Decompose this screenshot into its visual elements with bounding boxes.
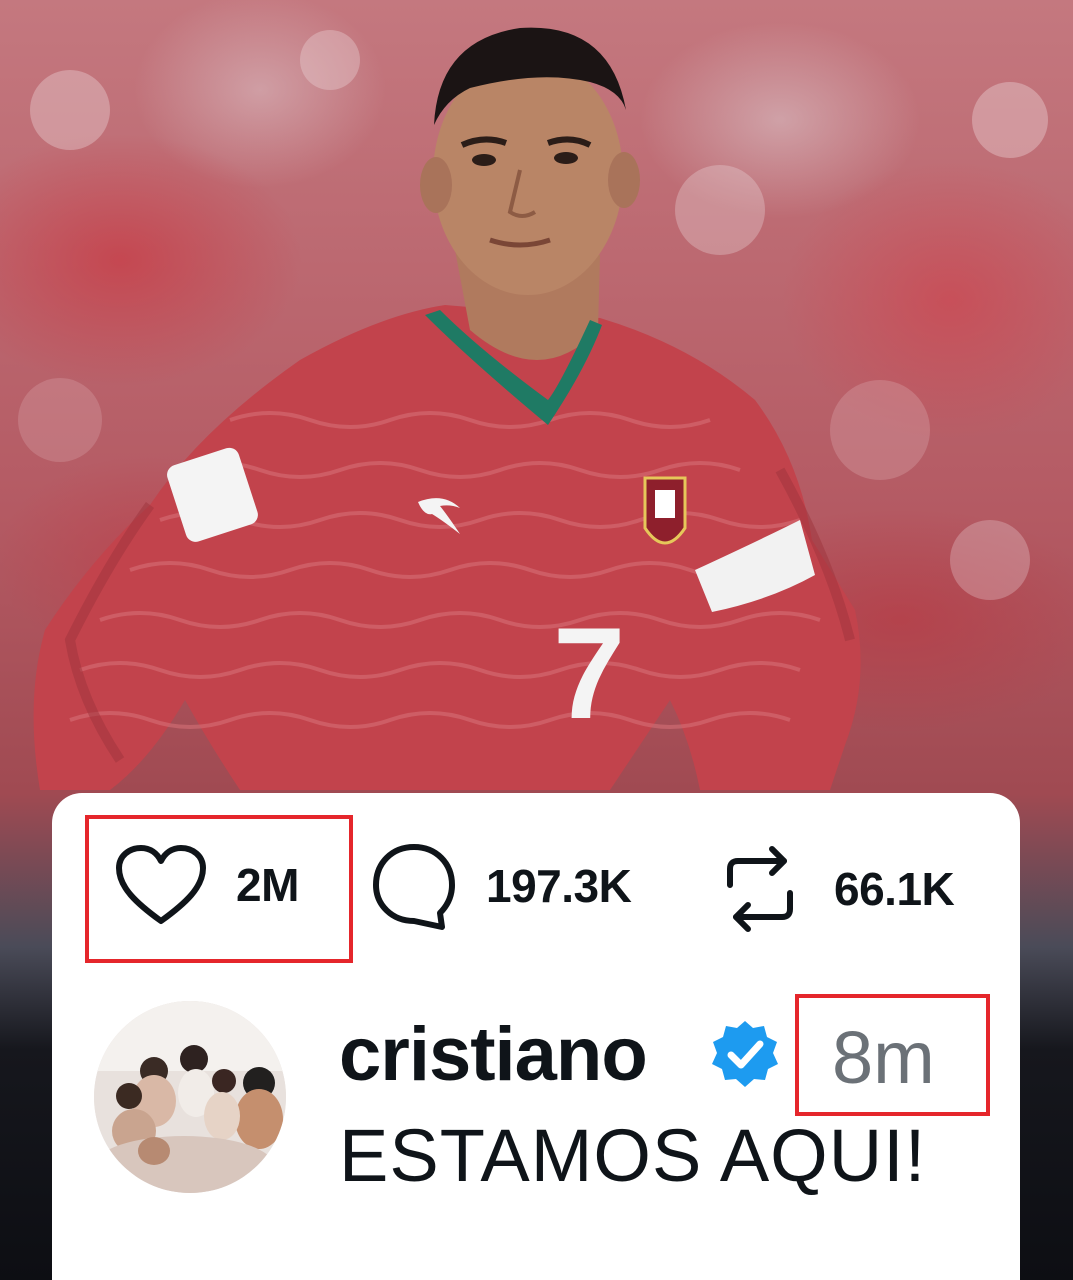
verified-badge-icon	[709, 1018, 781, 1090]
reply-button[interactable]: 197.3K	[370, 841, 632, 931]
reply-icon	[370, 841, 458, 931]
repost-icon	[722, 841, 798, 937]
replies-count: 197.3K	[486, 860, 632, 912]
reposts-count: 66.1K	[834, 863, 955, 915]
repost-button[interactable]: 66.1K	[722, 841, 955, 937]
post-card: 2M 197.3K 66.1K cristiano 8m ESTAMOS AQU…	[52, 793, 1020, 1280]
avatar[interactable]	[94, 1001, 286, 1193]
post-timestamp: 8m	[832, 1016, 935, 1099]
likes-count: 2M	[236, 859, 299, 911]
jersey-number: 7	[553, 600, 625, 746]
heart-icon	[114, 843, 208, 927]
author-username[interactable]: cristiano	[339, 1017, 648, 1093]
like-button[interactable]: 2M	[114, 843, 299, 927]
player-illustration: 7	[18, 27, 1048, 790]
post-caption: ESTAMOS AQUI!	[339, 1114, 927, 1197]
post-screenshot: 7 2M 197.3K 66.1K cristiano 8m ESTAMOS A…	[0, 0, 1073, 1280]
